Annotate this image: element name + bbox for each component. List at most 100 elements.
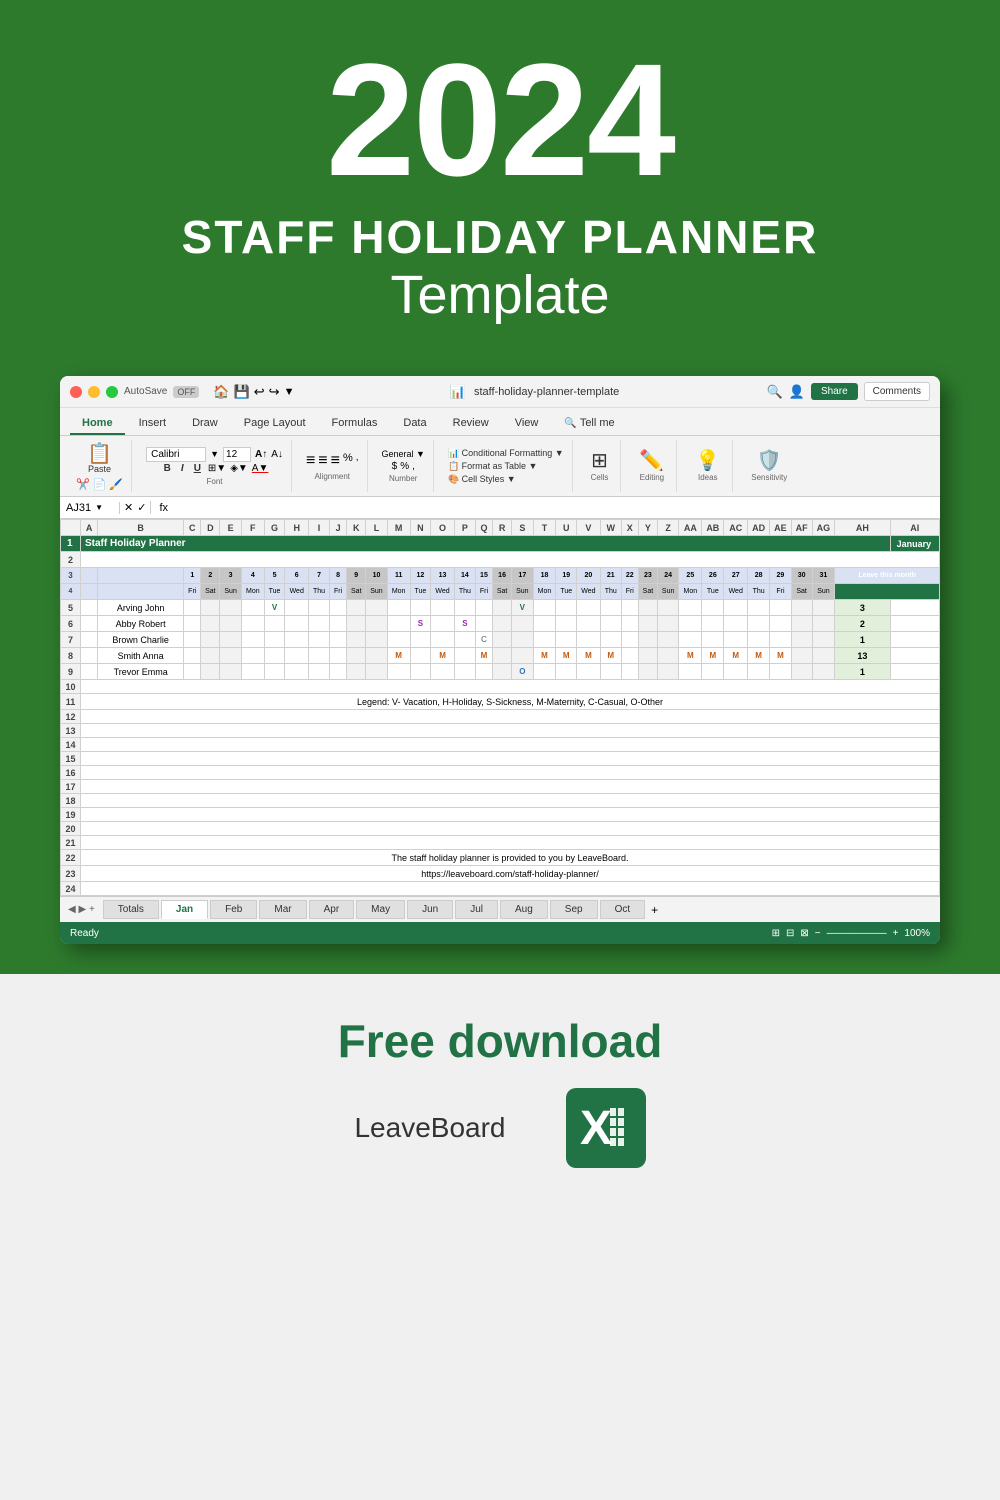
col-D[interactable]: D [201,520,220,536]
employee-1-name[interactable]: Arving John [98,600,184,616]
col-R[interactable]: R [493,520,512,536]
sheet-tab-mar[interactable]: Mar [259,900,306,919]
confirm-formula-icon[interactable]: ✓ [137,501,146,514]
col-P[interactable]: P [454,520,475,536]
col-O[interactable]: O [431,520,455,536]
font-size-up-icon[interactable]: A↑ [255,449,267,460]
col-V[interactable]: V [577,520,601,536]
col-B[interactable]: B [98,520,184,536]
page-layout-icon[interactable]: ⊟ [786,928,794,939]
underline-button[interactable]: U [191,462,204,475]
sheet-tab-sep[interactable]: Sep [550,900,598,919]
formula-input[interactable]: fx [151,502,940,514]
zoom-minus-icon[interactable]: − [815,928,821,939]
tab-home[interactable]: Home [70,413,125,435]
col-G[interactable]: G [264,520,285,536]
tab-view[interactable]: View [503,413,551,435]
tab-tell-me[interactable]: 🔍 Tell me [552,413,626,435]
col-U[interactable]: U [556,520,577,536]
sheet-tab-jul[interactable]: Jul [455,900,498,919]
expand-icon[interactable]: ▼ [95,503,103,512]
employee-5-name[interactable]: Trevor Emma [98,664,184,680]
share-button[interactable]: Share [811,383,858,400]
sheet-tab-totals[interactable]: Totals [103,900,159,919]
italic-button[interactable]: I [178,462,187,475]
col-L[interactable]: L [366,520,387,536]
sensitivity-button[interactable]: 🛡️ Sensitivity [747,449,791,484]
editing-button[interactable]: ✏️ Editing [635,449,668,484]
align-right-icon[interactable]: ≡ [331,452,340,470]
col-Z[interactable]: Z [657,520,678,536]
close-dot[interactable] [70,386,82,398]
col-J[interactable]: J [330,520,347,536]
account-icon[interactable]: 👤 [789,384,805,400]
comma-icon[interactable]: , [412,461,415,472]
footer-link[interactable]: https://leaveboard.com/staff-holiday-pla… [81,866,940,882]
tab-formulas[interactable]: Formulas [320,413,390,435]
cell-styles-btn[interactable]: 🎨 Cell Styles ▼ [448,474,564,485]
sheet-tab-feb[interactable]: Feb [210,900,257,919]
col-AC[interactable]: AC [724,520,748,536]
col-H[interactable]: H [285,520,309,536]
font-size-input[interactable] [223,447,251,462]
more-sheets-icon[interactable]: + [651,903,658,917]
col-AA[interactable]: AA [679,520,702,536]
cut-icon[interactable]: ✂️ [76,478,90,491]
zoom-slider[interactable]: —————— [827,928,887,939]
ideas-button[interactable]: 💡 Ideas [691,449,724,484]
col-I[interactable]: I [309,520,330,536]
currency-icon[interactable]: $ [392,461,398,472]
font-size-down-icon[interactable]: A↓ [271,449,283,460]
col-AB[interactable]: AB [702,520,724,536]
highlight-icon[interactable]: ◈▼ [230,463,248,474]
percent-num-icon[interactable]: % [400,461,409,472]
font-name-input[interactable] [146,447,206,462]
col-Q[interactable]: Q [475,520,492,536]
tab-review[interactable]: Review [441,413,501,435]
col-C[interactable]: C [184,520,201,536]
customize-icon[interactable]: ▼ [284,386,295,398]
undo-icon[interactable]: ↩ [254,384,265,400]
employee-3-name[interactable]: Brown Charlie [98,632,184,648]
sheet-tab-apr[interactable]: Apr [309,900,355,919]
tab-page-layout[interactable]: Page Layout [232,413,318,435]
border-icon[interactable]: ⊞▼ [208,463,226,474]
comments-button[interactable]: Comments [864,382,930,401]
col-K[interactable]: K [347,520,366,536]
cell-ref-value[interactable]: AJ31 [66,502,91,514]
col-A[interactable]: A [81,520,98,536]
employee-2-name[interactable]: Abby Robert [98,616,184,632]
col-Y[interactable]: Y [638,520,657,536]
col-N[interactable]: N [410,520,431,536]
redo-icon[interactable]: ↪ [269,384,280,400]
format-table-btn[interactable]: 📋 Format as Table ▼ [448,461,564,472]
bold-button[interactable]: B [161,462,174,475]
col-AI[interactable]: AI [890,520,939,536]
col-W[interactable]: W [600,520,621,536]
page-break-icon[interactable]: ⊠ [800,928,808,939]
align-center-icon[interactable]: ≡ [318,452,327,470]
col-AD[interactable]: AD [748,520,770,536]
minimize-dot[interactable] [88,386,100,398]
maximize-dot[interactable] [106,386,118,398]
normal-view-icon[interactable]: ⊞ [772,928,780,939]
cancel-formula-icon[interactable]: ✕ [124,501,133,514]
number-format-icon[interactable]: , [356,452,359,470]
col-X[interactable]: X [621,520,638,536]
col-M[interactable]: M [387,520,410,536]
sheet-tab-jun[interactable]: Jun [407,900,453,919]
employee-4-name[interactable]: Smith Anna [98,648,184,664]
paste-button[interactable]: 📋 Paste [83,442,116,476]
sheet-tab-oct[interactable]: Oct [600,900,646,919]
search-icon[interactable]: 🔍 [767,384,783,400]
col-AE[interactable]: AE [770,520,792,536]
save-icon[interactable]: 💾 [234,384,250,400]
zoom-plus-icon[interactable]: + [893,928,899,939]
home-icon[interactable]: 🏠 [213,384,229,400]
col-F[interactable]: F [241,520,264,536]
percent-icon[interactable]: % [343,452,353,470]
tab-data[interactable]: Data [391,413,438,435]
format-painter-icon[interactable]: 🖌️ [109,478,123,491]
sheet-tab-aug[interactable]: Aug [500,900,548,919]
col-E[interactable]: E [220,520,241,536]
